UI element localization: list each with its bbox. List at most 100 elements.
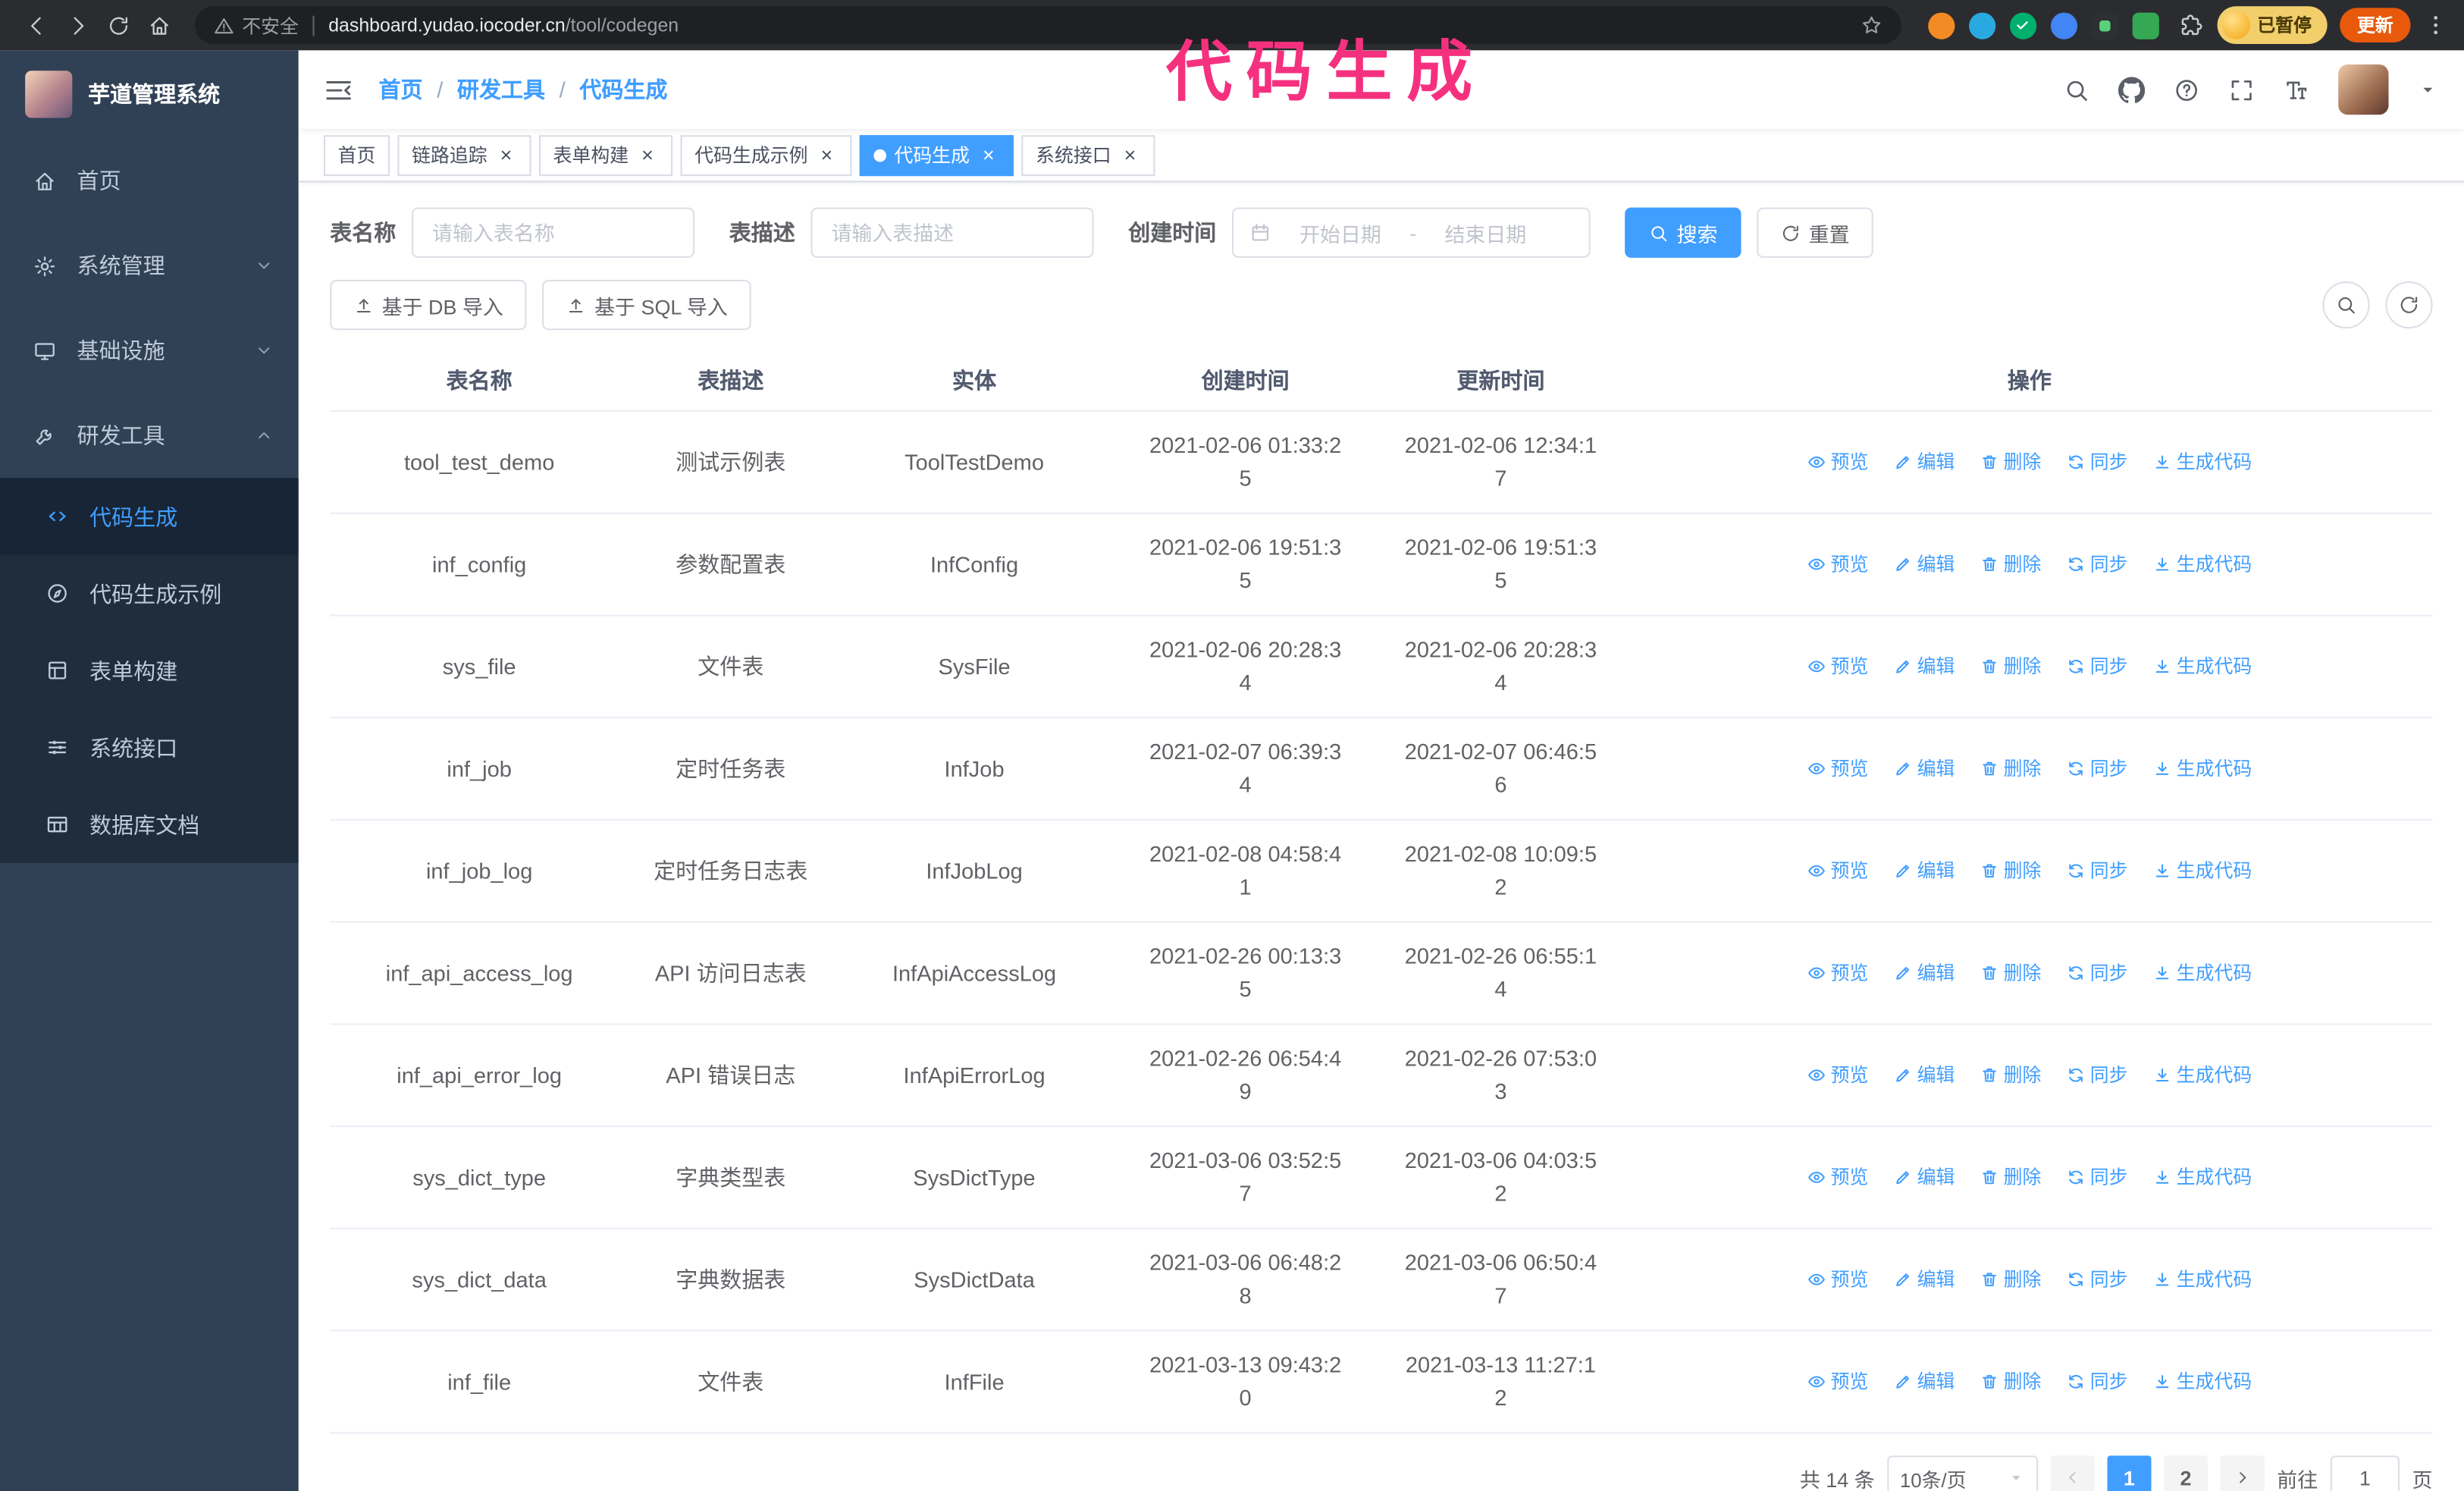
row-action-delete[interactable]: 删除 bbox=[1980, 1365, 2041, 1398]
row-action-delete[interactable]: 删除 bbox=[1980, 855, 2041, 888]
close-icon[interactable] bbox=[816, 144, 838, 166]
row-action-preview[interactable]: 预览 bbox=[1807, 446, 1868, 479]
docs-help-icon[interactable] bbox=[2174, 77, 2200, 103]
close-icon[interactable] bbox=[495, 144, 517, 166]
row-action-preview[interactable]: 预览 bbox=[1807, 752, 1868, 786]
header-search-icon[interactable] bbox=[2063, 77, 2089, 103]
extensions-puzzle-icon[interactable] bbox=[2177, 13, 2202, 38]
breadcrumb-item[interactable]: 研发工具 bbox=[457, 74, 545, 105]
row-action-edit[interactable]: 编辑 bbox=[1894, 548, 1955, 581]
extension-leaf-icon[interactable] bbox=[2131, 11, 2158, 39]
page-button-2[interactable]: 2 bbox=[2164, 1455, 2209, 1491]
row-action-generate-code[interactable]: 生成代码 bbox=[2153, 548, 2252, 581]
sidebar-subitem-api[interactable]: 系统接口 bbox=[0, 709, 299, 786]
sidebar-item-devtools[interactable]: 研发工具 bbox=[0, 393, 299, 478]
bookmark-star-icon[interactable] bbox=[1860, 14, 1882, 36]
row-action-generate-code[interactable]: 生成代码 bbox=[2153, 1263, 2252, 1296]
row-action-preview[interactable]: 预览 bbox=[1807, 1161, 1868, 1194]
row-action-delete[interactable]: 删除 bbox=[1980, 752, 2041, 786]
address-bar[interactable]: 不安全 dashboard.yudao.iocoder.cn/tool/code… bbox=[195, 6, 1901, 45]
row-action-sync[interactable]: 同步 bbox=[2067, 1365, 2127, 1398]
breadcrumb-item[interactable]: 首页 bbox=[379, 74, 423, 105]
page-size-select[interactable]: 10条/页 bbox=[1887, 1455, 2039, 1491]
row-action-edit[interactable]: 编辑 bbox=[1894, 855, 1955, 888]
tab[interactable]: 系统接口 bbox=[1021, 134, 1155, 176]
row-action-generate-code[interactable]: 生成代码 bbox=[2153, 752, 2252, 786]
row-action-edit[interactable]: 编辑 bbox=[1894, 956, 1955, 990]
extension-orange-icon[interactable] bbox=[1927, 11, 1955, 39]
sidebar-item-home[interactable]: 首页 bbox=[0, 138, 299, 223]
row-action-sync[interactable]: 同步 bbox=[2067, 956, 2127, 990]
row-action-generate-code[interactable]: 生成代码 bbox=[2153, 1059, 2252, 1092]
row-action-generate-code[interactable]: 生成代码 bbox=[2153, 446, 2252, 479]
row-action-delete[interactable]: 删除 bbox=[1980, 1059, 2041, 1092]
row-action-edit[interactable]: 编辑 bbox=[1894, 446, 1955, 479]
extension-green-check-icon[interactable] bbox=[2008, 11, 2036, 39]
row-action-edit[interactable]: 编辑 bbox=[1894, 1059, 1955, 1092]
close-icon[interactable] bbox=[977, 144, 999, 166]
tab[interactable]: 代码生成 bbox=[859, 134, 1014, 176]
row-action-preview[interactable]: 预览 bbox=[1807, 1059, 1868, 1092]
row-action-sync[interactable]: 同步 bbox=[2067, 548, 2127, 581]
close-icon[interactable] bbox=[637, 144, 659, 166]
prev-page-button[interactable] bbox=[2050, 1455, 2095, 1491]
row-action-preview[interactable]: 预览 bbox=[1807, 1263, 1868, 1296]
user-menu-caret-icon[interactable] bbox=[2417, 79, 2439, 101]
row-action-delete[interactable]: 删除 bbox=[1980, 650, 2041, 683]
browser-back-icon[interactable] bbox=[16, 5, 57, 46]
close-icon[interactable] bbox=[1119, 144, 1141, 166]
next-page-button[interactable] bbox=[2220, 1455, 2265, 1491]
import-db-button[interactable]: 基于 DB 导入 bbox=[330, 279, 527, 331]
browser-home-icon[interactable] bbox=[138, 5, 179, 46]
row-action-generate-code[interactable]: 生成代码 bbox=[2153, 1161, 2252, 1194]
row-action-delete[interactable]: 删除 bbox=[1980, 956, 2041, 990]
font-size-icon[interactable] bbox=[2284, 77, 2310, 103]
reset-button[interactable]: 重置 bbox=[1757, 207, 1873, 258]
extension-blue-drop-icon[interactable] bbox=[1968, 11, 1995, 39]
extension-people-icon[interactable] bbox=[2049, 11, 2077, 39]
row-action-sync[interactable]: 同步 bbox=[2067, 1161, 2127, 1194]
sidebar-subitem-db-doc[interactable]: 数据库文档 bbox=[0, 786, 299, 863]
tab[interactable]: 链路追踪 bbox=[397, 134, 531, 176]
row-action-sync[interactable]: 同步 bbox=[2067, 1263, 2127, 1296]
row-action-edit[interactable]: 编辑 bbox=[1894, 1161, 1955, 1194]
row-action-preview[interactable]: 预览 bbox=[1807, 1365, 1868, 1398]
row-action-edit[interactable]: 编辑 bbox=[1894, 650, 1955, 683]
row-action-delete[interactable]: 删除 bbox=[1980, 1263, 2041, 1296]
row-action-preview[interactable]: 预览 bbox=[1807, 548, 1868, 581]
hamburger-icon[interactable] bbox=[324, 74, 353, 104]
browser-update-button[interactable]: 更新 bbox=[2340, 8, 2411, 42]
row-action-edit[interactable]: 编辑 bbox=[1894, 1365, 1955, 1398]
sidebar-subitem-codegen-demo[interactable]: 代码生成示例 bbox=[0, 555, 299, 632]
row-action-sync[interactable]: 同步 bbox=[2067, 855, 2127, 888]
row-action-preview[interactable]: 预览 bbox=[1807, 956, 1868, 990]
table-desc-input[interactable] bbox=[810, 207, 1094, 258]
import-sql-button[interactable]: 基于 SQL 导入 bbox=[542, 279, 751, 331]
row-action-preview[interactable]: 预览 bbox=[1807, 855, 1868, 888]
browser-forward-icon[interactable] bbox=[57, 5, 98, 46]
browser-reload-icon[interactable] bbox=[98, 5, 139, 46]
page-button-1[interactable]: 1 bbox=[2107, 1455, 2152, 1491]
row-action-generate-code[interactable]: 生成代码 bbox=[2153, 855, 2252, 888]
sidebar-subitem-form-build[interactable]: 表单构建 bbox=[0, 632, 299, 709]
row-action-generate-code[interactable]: 生成代码 bbox=[2153, 956, 2252, 990]
extension-dark-icon[interactable] bbox=[2090, 11, 2118, 39]
user-avatar[interactable] bbox=[2338, 64, 2389, 115]
row-action-generate-code[interactable]: 生成代码 bbox=[2153, 1365, 2252, 1398]
row-action-preview[interactable]: 预览 bbox=[1807, 650, 1868, 683]
profile-chip[interactable]: 已暂停 bbox=[2216, 6, 2328, 45]
row-action-sync[interactable]: 同步 bbox=[2067, 650, 2127, 683]
row-action-edit[interactable]: 编辑 bbox=[1894, 752, 1955, 786]
row-action-delete[interactable]: 删除 bbox=[1980, 548, 2041, 581]
tab[interactable]: 表单构建 bbox=[539, 134, 673, 176]
refresh-table-button[interactable] bbox=[2385, 281, 2433, 329]
github-icon[interactable] bbox=[2118, 77, 2145, 103]
row-action-delete[interactable]: 删除 bbox=[1980, 446, 2041, 479]
toggle-search-button[interactable] bbox=[2322, 281, 2370, 329]
goto-page-input[interactable] bbox=[2330, 1455, 2400, 1491]
tab[interactable]: 代码生成示例 bbox=[680, 134, 852, 176]
row-action-sync[interactable]: 同步 bbox=[2067, 752, 2127, 786]
search-button[interactable]: 搜索 bbox=[1625, 207, 1741, 258]
row-action-sync[interactable]: 同步 bbox=[2067, 1059, 2127, 1092]
tab[interactable]: 首页 bbox=[323, 134, 390, 176]
